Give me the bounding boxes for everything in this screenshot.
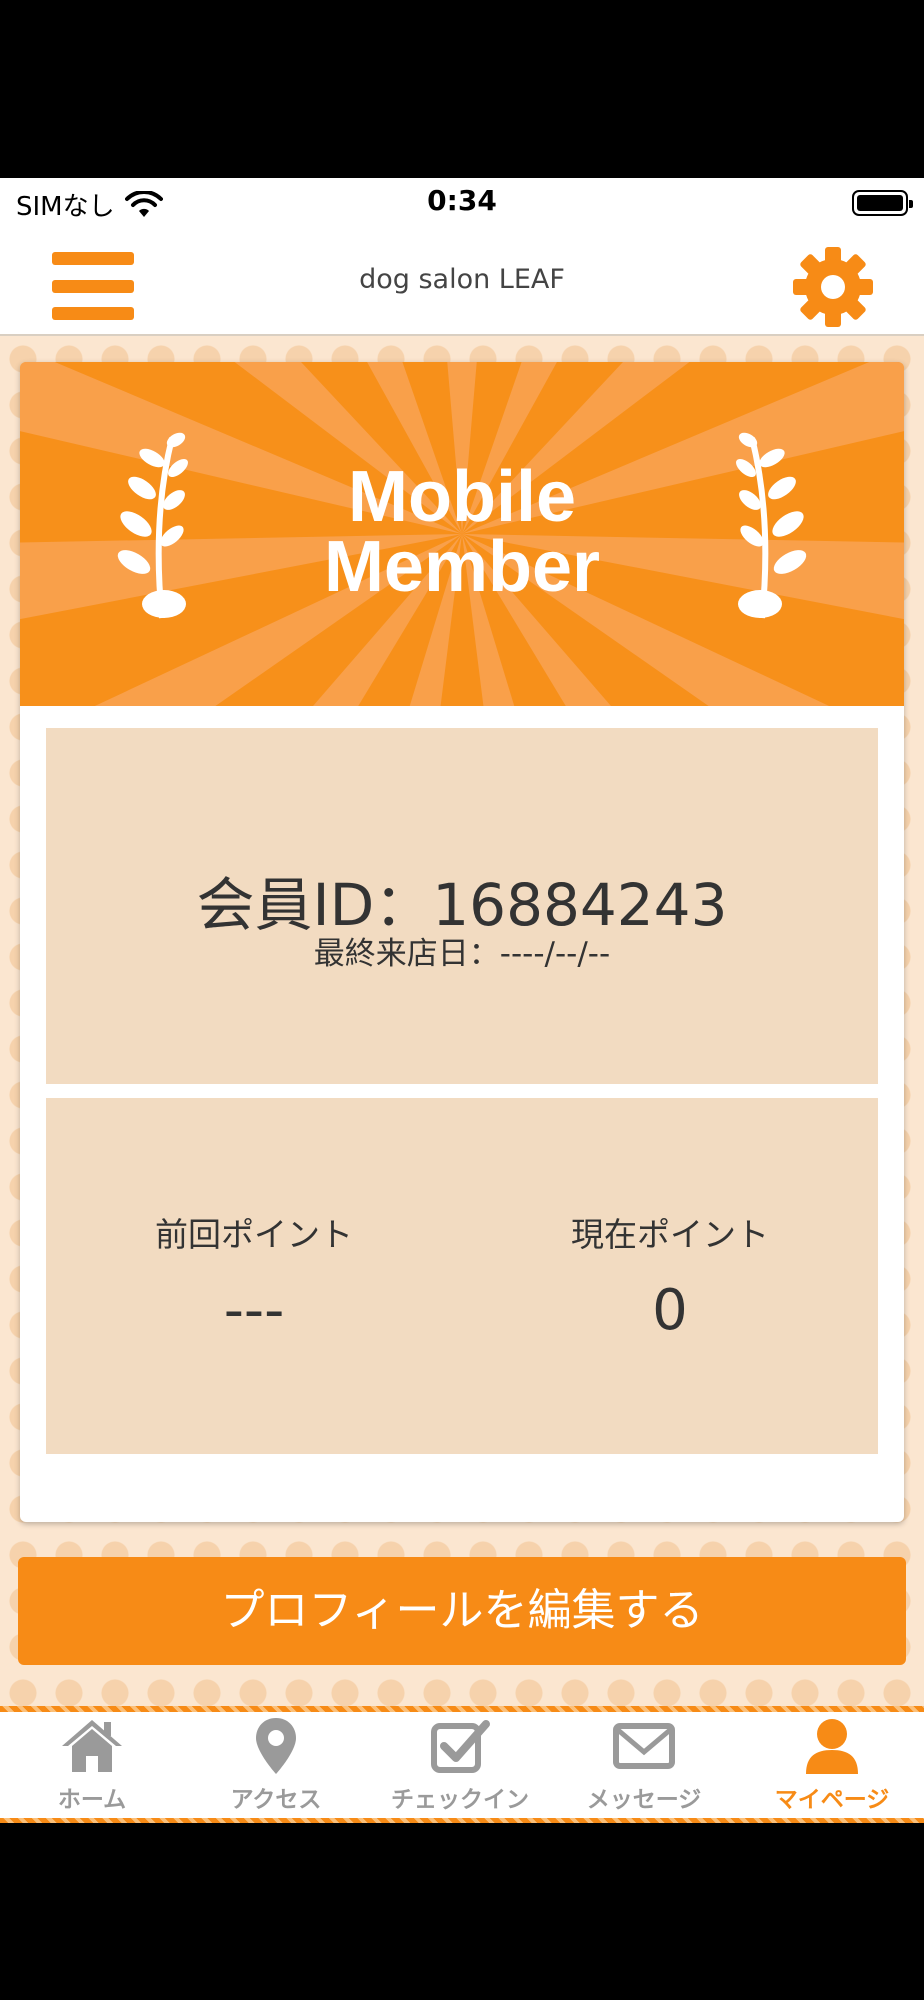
tab-checkin[interactable]: チェックイン: [368, 1716, 552, 1820]
points-panel: 前回ポイント --- 現在ポイント 0: [46, 1098, 878, 1454]
previous-points-label: 前回ポイント: [155, 1215, 353, 1254]
checkbox-icon: [431, 1720, 490, 1773]
tab-access-label: アクセス: [230, 1787, 322, 1813]
tab-home[interactable]: ホーム: [0, 1716, 184, 1820]
tab-mypage-label: マイページ: [774, 1787, 890, 1813]
app-header: dog salon LEAF: [0, 228, 924, 336]
edit-profile-button[interactable]: プロフィールを編集する: [18, 1557, 906, 1665]
mobile-member-banner: Mobile Member: [20, 362, 904, 706]
current-points-value: 0: [652, 1278, 688, 1343]
tab-home-label: ホーム: [57, 1787, 127, 1813]
home-icon: [62, 1720, 122, 1772]
top-letterbox: [0, 0, 924, 178]
clock: 0:34: [427, 184, 497, 217]
tab-bar: ホーム アクセス チェックイン メッセージ マイページ: [0, 1706, 924, 1823]
settings-gear-icon[interactable]: [792, 246, 874, 328]
mail-icon: [613, 1723, 675, 1769]
current-points-label: 現在ポイント: [571, 1215, 769, 1254]
member-id-panel: 会員ID：16884243 最終来店日：----/--/--: [46, 728, 878, 1084]
map-pin-icon: [256, 1718, 296, 1774]
tab-checkin-label: チェックイン: [391, 1787, 529, 1813]
last-visit-date: 最終来店日：----/--/--: [313, 936, 611, 972]
tab-access[interactable]: アクセス: [184, 1716, 368, 1820]
previous-points-value: ---: [223, 1278, 285, 1343]
battery-icon: [852, 190, 913, 216]
member-card: Mobile Member 会員ID：16884243 最終来店日：----/-…: [20, 362, 904, 1522]
status-bar: SIMなし 0:34: [0, 178, 924, 228]
tab-message-label: メッセージ: [586, 1787, 702, 1813]
previous-points: 前回ポイント ---: [46, 1208, 462, 1343]
laurel-right-icon: [736, 432, 807, 619]
tab-message[interactable]: メッセージ: [552, 1716, 736, 1820]
app-title: dog salon LEAF: [359, 264, 565, 295]
user-icon: [806, 1719, 858, 1774]
current-points: 現在ポイント 0: [462, 1208, 878, 1343]
bottom-letterbox: [0, 1823, 924, 2000]
app-screen: SIMなし 0:34 dog salon LEAF Mobile Member …: [0, 178, 924, 1823]
tab-mypage[interactable]: マイページ: [740, 1716, 924, 1820]
